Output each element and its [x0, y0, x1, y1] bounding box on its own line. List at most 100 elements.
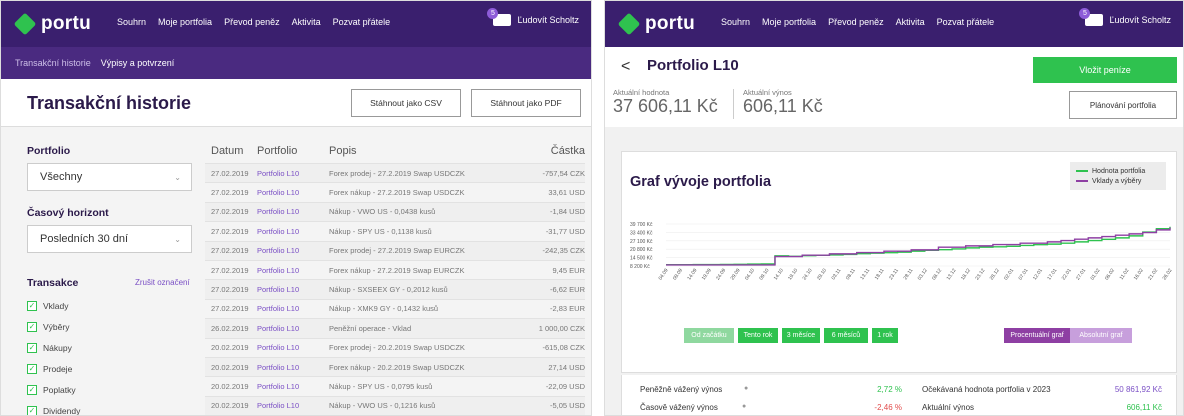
subnav-statements[interactable]: Výpisy a potvrzení: [101, 58, 175, 68]
table-row[interactable]: 27.02.2019 Portfolio L10 Nákup - VWO US - …: [205, 201, 585, 222]
portfolio-select[interactable]: Všechny ⌄: [27, 163, 192, 191]
row-portfolio[interactable]: Portfolio L10: [257, 304, 329, 313]
top-nav: portu Souhrn Moje portfolia Převod peněz…: [605, 1, 1183, 47]
user-name: Ľudovít Scholtz: [1109, 15, 1171, 25]
checkmark-icon: ✓: [27, 321, 37, 332]
nav-prevod-penez[interactable]: Převod peněz: [224, 17, 280, 27]
header-portfolio[interactable]: Portfolio: [257, 145, 329, 157]
table-row[interactable]: 27.02.2019 Portfolio L10 Nákup - SPY US - …: [205, 221, 585, 240]
portfolio-planning-button[interactable]: Plánování portfolia: [1069, 91, 1177, 119]
row-portfolio[interactable]: Portfolio L10: [257, 266, 329, 275]
row-description: Nákup - SPY US - 0,0795 kusů: [329, 381, 433, 391]
table-row[interactable]: 27.02.2019 Portfolio L10 Forex prodej - 27…: [205, 240, 585, 260]
logo[interactable]: portu: [13, 12, 91, 36]
row-portfolio[interactable]: Portfolio L10: [257, 188, 329, 197]
nav-souhrn[interactable]: Souhrn: [721, 17, 750, 27]
table-row[interactable]: 20.02.2019 Portfolio L10 Nákup - SPY US - …: [205, 376, 585, 395]
messages-icon[interactable]: 5: [487, 8, 512, 26]
table-row[interactable]: 27.02.2019 Portfolio L10 Nákup - XMK9 GY -…: [205, 298, 585, 318]
checkbox-nakupy[interactable]: ✓ Nákupy: [27, 337, 80, 358]
checkbox-dividendy[interactable]: ✓ Dividendy: [27, 400, 80, 415]
range-toggle-1-year[interactable]: 1 rok: [872, 328, 898, 343]
row-portfolio[interactable]: Portfolio L10: [257, 343, 329, 352]
checkbox-prodeje[interactable]: ✓ Prodeje: [27, 358, 80, 379]
row-portfolio[interactable]: Portfolio L10: [257, 246, 329, 255]
nav-souhrn[interactable]: Souhrn: [117, 17, 146, 27]
row-portfolio[interactable]: Portfolio L10: [257, 227, 329, 236]
table-row[interactable]: 27.02.2019 Portfolio L10 Forex prodej - 27…: [205, 163, 585, 183]
range-toggle-from-start[interactable]: Od začátku: [684, 328, 734, 343]
portu-logo-icon: [617, 12, 641, 36]
back-arrow-icon[interactable]: <: [621, 58, 630, 76]
horizon-select[interactable]: Posledních 30 dní ⌄: [27, 225, 192, 253]
row-portfolio[interactable]: Portfolio L10: [257, 363, 329, 372]
download-csv-button[interactable]: Stáhnout jako CSV: [351, 89, 461, 117]
table-row[interactable]: 27.02.2019 Portfolio L10 Forex nákup - 27.…: [205, 259, 585, 279]
checkbox-label: Vklady: [43, 300, 69, 311]
clear-selection-link[interactable]: Zrušit označení: [135, 278, 190, 287]
nav-moje-portfolia[interactable]: Moje portfolia: [762, 17, 816, 27]
header-datum[interactable]: Datum: [205, 145, 257, 157]
row-description: Nákup - SXSEEX GY - 0,2012 kusů: [329, 285, 448, 295]
row-portfolio[interactable]: Portfolio L10: [257, 169, 329, 178]
user-menu[interactable]: 5 Ľudovít Scholtz: [1079, 8, 1171, 26]
row-portfolio[interactable]: Portfolio L10: [257, 285, 329, 294]
row-portfolio[interactable]: Portfolio L10: [257, 382, 329, 391]
row-amount: 9,45 EUR: [552, 265, 585, 275]
table-row[interactable]: 26.02.2019 Portfolio L10 Peněžní operace -…: [205, 318, 585, 338]
range-toggle-3-months[interactable]: 3 měsíce: [782, 328, 820, 343]
header-castka[interactable]: Částka: [507, 145, 585, 157]
nav-pozvat-pratele[interactable]: Pozvat přátele: [333, 17, 391, 27]
table-row[interactable]: 20.02.2019 Portfolio L10 Forex nákup - 20.…: [205, 356, 585, 377]
row-date: 20.02.2019: [211, 362, 249, 372]
info-icon[interactable]: ●: [744, 385, 748, 392]
info-icon[interactable]: ●: [742, 403, 746, 410]
legend-item-deposits[interactable]: Vklady a výběry: [1076, 176, 1160, 186]
row-date: 27.02.2019: [211, 304, 249, 314]
checkmark-icon: ✓: [27, 342, 37, 353]
messages-icon[interactable]: 5: [1079, 8, 1104, 26]
deposit-button[interactable]: Vložit peníze: [1033, 57, 1177, 83]
table-row[interactable]: 27.02.2019 Portfolio L10 Nákup - SXSEEX GY…: [205, 279, 585, 299]
transaction-table: Datum Portfolio Popis Částka 27.02.2019 P…: [205, 139, 585, 415]
x-tick-label: 08.11: [845, 268, 857, 282]
table-row[interactable]: 27.02.2019 Portfolio L10 Forex nákup - 27.…: [205, 182, 585, 201]
row-portfolio[interactable]: Portfolio L10: [257, 324, 329, 333]
user-menu[interactable]: 5 Ľudovít Scholtz: [487, 8, 579, 26]
legend-item-value[interactable]: Hodnota portfolia: [1076, 166, 1160, 176]
checkmark-icon: ✓: [27, 300, 37, 311]
series-deposits-line[interactable]: [666, 227, 1171, 266]
x-tick-label: 28.11: [903, 268, 915, 282]
nav-aktivita[interactable]: Aktivita: [896, 17, 925, 27]
x-tick-label: 24.09: [715, 268, 727, 282]
logo[interactable]: portu: [617, 12, 695, 36]
x-tick-label: 12.01: [1032, 268, 1044, 282]
nav-aktivita[interactable]: Aktivita: [292, 17, 321, 27]
nav-prevod-penez[interactable]: Převod peněz: [828, 17, 884, 27]
checkbox-poplatky[interactable]: ✓ Poplatky: [27, 379, 80, 400]
x-tick-label: 08.12: [931, 268, 943, 282]
row-portfolio[interactable]: Portfolio L10: [257, 401, 329, 410]
row-portfolio[interactable]: Portfolio L10: [257, 207, 329, 216]
download-pdf-button[interactable]: Stáhnout jako PDF: [471, 89, 581, 117]
x-tick-label: 09.09: [672, 268, 684, 282]
range-toggle-this-year[interactable]: Tento rok: [738, 328, 778, 343]
row-description: Nákup - VWO US - 0,1216 kusů: [329, 401, 436, 411]
x-tick-label: 21.02: [1147, 268, 1159, 282]
checkmark-icon: ✓: [27, 363, 37, 374]
y-tick-label: 20 800 Kč: [630, 247, 653, 253]
nav-moje-portfolia[interactable]: Moje portfolia: [158, 17, 212, 27]
table-row[interactable]: 20.02.2019 Portfolio L10 Nákup - VWO US - …: [205, 395, 585, 415]
range-toggle-6-months[interactable]: 6 měsíců: [824, 328, 868, 343]
nav-pozvat-pratele[interactable]: Pozvat přátele: [937, 17, 995, 27]
checkbox-vybery[interactable]: ✓ Výběry: [27, 316, 80, 337]
percent-chart-toggle[interactable]: Procentuální graf: [1004, 328, 1070, 343]
subnav-transaction-history[interactable]: Transakční historie: [15, 58, 91, 68]
header-popis[interactable]: Popis: [329, 145, 507, 157]
absolute-chart-toggle[interactable]: Absolutní graf: [1070, 328, 1132, 343]
checkbox-vklady[interactable]: ✓ Vklady: [27, 295, 80, 316]
chevron-down-icon: ⌄: [174, 235, 181, 244]
row-description: Nákup - SPY US - 0,1138 kusů: [329, 226, 432, 236]
legend-label: Vklady a výběry: [1092, 177, 1142, 185]
table-row[interactable]: 20.02.2019 Portfolio L10 Forex prodej - 20…: [205, 337, 585, 357]
